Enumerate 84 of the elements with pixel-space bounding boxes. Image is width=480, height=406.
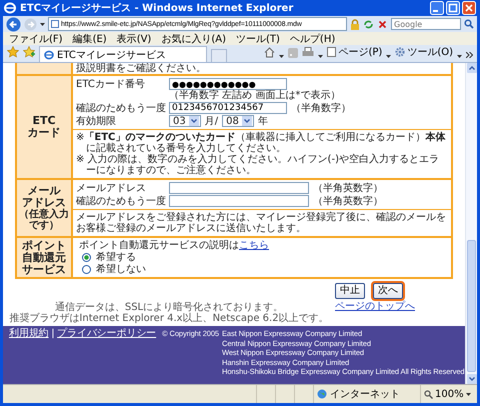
scroll-up-icon[interactable] (466, 63, 476, 73)
card-number-field[interactable]: ●●●●●●●●●●●● (169, 78, 287, 90)
form-button[interactable]: 次へ (373, 283, 403, 299)
footer-link[interactable]: 利用規約 (9, 329, 49, 339)
stop-icon[interactable] (377, 18, 388, 30)
search-field[interactable]: Google (391, 18, 461, 30)
scrollbar[interactable] (465, 63, 477, 384)
page-menu-button[interactable]: ページ(P) (327, 45, 382, 59)
page-icon (51, 20, 59, 28)
zone-text: インターネット (330, 388, 400, 401)
menu-item[interactable]: 編集(E) (72, 32, 107, 46)
lock-icon[interactable] (350, 18, 360, 30)
note-text: メールアドレスをご登録された方には、マイレージ登録完了後に、確認のメールをお客様ご登録のメールアドレスに送信いたします。 (76, 212, 447, 234)
caret-icon[interactable] (40, 22, 45, 26)
scroll-thumb[interactable] (467, 240, 476, 372)
star-icon[interactable] (7, 46, 19, 58)
footer-link[interactable]: プライバシーポリシー (57, 329, 156, 339)
section-heading: ポイント 自動還元 サービス (17, 238, 73, 277)
menu-item[interactable]: ファイル(F) (9, 32, 63, 46)
maximize-icon[interactable] (446, 1, 460, 15)
caret-icon[interactable] (457, 55, 462, 58)
magnifier-icon (424, 390, 433, 398)
caret-icon (466, 392, 471, 396)
field-label: 確認のためもう一度 (76, 195, 166, 207)
browser-logo-icon (44, 50, 54, 60)
page-icon (327, 47, 336, 57)
print-icon[interactable] (302, 47, 314, 58)
description-text: ポイント自動還元サービスの説明は (79, 240, 239, 251)
field-hint: （半角数字） (291, 102, 351, 114)
separator-text: | (52, 329, 54, 339)
field-hint: （半角数字 左詰め 画面上は*で表示） (169, 90, 342, 101)
email-field[interactable] (169, 182, 309, 194)
radio-label: 希望しない (96, 264, 146, 275)
add-favorite-icon[interactable] (23, 46, 35, 58)
refresh-icon[interactable] (363, 18, 374, 30)
back-icon[interactable] (6, 16, 21, 32)
gear-icon (395, 47, 406, 57)
page-top-link[interactable]: ページのトップへ (335, 301, 415, 312)
field-label: 有効期限 (76, 115, 117, 127)
card-number-confirm-field[interactable]: 0123456701234567 (169, 102, 287, 114)
radio-label: 希望する (96, 252, 136, 263)
field-label: メールアドレス (76, 182, 147, 194)
browser-logo-icon (4, 2, 16, 14)
close-icon[interactable] (462, 1, 476, 15)
window-title: ETCマイレージサービス - Windows Internet Explorer (20, 2, 294, 15)
chevron-icon[interactable] (466, 52, 473, 58)
caret-icon[interactable] (386, 55, 392, 58)
caret-icon (188, 116, 199, 126)
radio-button[interactable] (82, 265, 91, 274)
instruction-text: 扱説明書をご確認ください。 (76, 63, 207, 74)
form-button[interactable]: 中止 (335, 283, 365, 299)
globe-icon (317, 389, 327, 399)
section-heading: メール アドレス （任意入力です） (17, 180, 73, 236)
unit-text: 年 (258, 116, 268, 126)
field-label: 確認のためもう一度 (76, 102, 166, 114)
search-icon[interactable] (464, 19, 474, 29)
unit-text: 月/ (204, 116, 218, 126)
home-icon[interactable] (264, 47, 276, 58)
field-label: ETCカード番号 (76, 78, 146, 90)
menu-item[interactable]: お気に入り(A) (161, 32, 226, 46)
zoom-button[interactable]: 100% (420, 385, 477, 403)
optional-note: （任意入力です） (18, 209, 70, 231)
caret-icon[interactable] (318, 55, 324, 58)
browser-tab[interactable]: ETCマイレージサービス (39, 46, 207, 62)
notice-text: 推奨ブラウザはInternet Explorer 4.x以上、Netscape 6.2以上です。 (8, 314, 330, 324)
caret-icon[interactable] (279, 55, 284, 58)
year-select[interactable]: 08 (222, 115, 254, 127)
tools-menu-button[interactable]: ツール(O) (395, 45, 453, 59)
field-hint: （半角英数字） (313, 196, 383, 206)
menu-item[interactable]: ヘルプ(H) (290, 32, 336, 46)
notice-text: 通信データは、SSLにより暗号化されております。 (54, 303, 284, 313)
field-hint: （半角英数字） (313, 182, 383, 194)
minimize-icon[interactable] (430, 1, 444, 15)
menu-item[interactable]: 表示(V) (116, 32, 152, 46)
section-heading: ETC カード (17, 76, 73, 178)
caret-icon (242, 116, 252, 126)
here-link[interactable]: こちら (239, 240, 269, 251)
radio-button[interactable] (82, 253, 91, 262)
menu-item[interactable]: ツール(T) (236, 32, 280, 46)
note-text: ※ 入力の際は、数字のみを入力してください。ハイフン(-)や空白入力するとエラーになりますので、ご注意ください。 (76, 154, 440, 176)
email-field[interactable] (169, 195, 309, 207)
month-select[interactable]: 03 (169, 115, 201, 127)
note-text: ※「ETC」のマークのついたカード（車載器に挿入してご利用になるカード）本体に記載されている番号を入力してください。 (76, 132, 446, 154)
scroll-down-icon[interactable] (466, 374, 476, 384)
